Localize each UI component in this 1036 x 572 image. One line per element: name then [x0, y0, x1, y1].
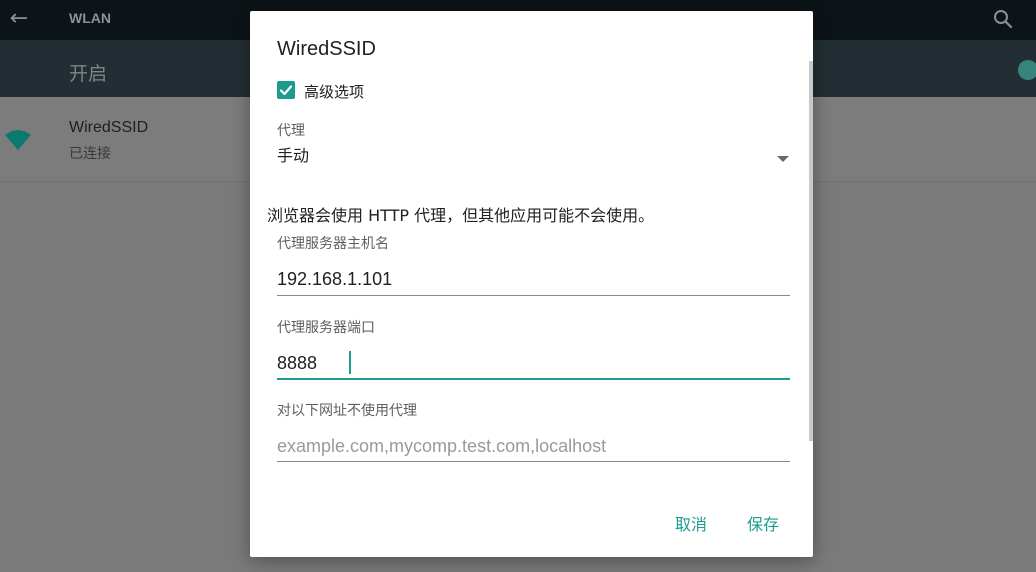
- wlan-toggle-knob[interactable]: [1018, 60, 1036, 80]
- advanced-options-label[interactable]: 高级选项: [304, 81, 364, 102]
- chevron-down-icon[interactable]: [777, 149, 789, 162]
- network-name: WiredSSID: [69, 119, 149, 136]
- proxy-info-text: 浏览器会使用 HTTP 代理，但其他应用可能不会使用。: [267, 206, 655, 225]
- wifi-icon: [3, 128, 33, 152]
- arrow-left-icon[interactable]: ←: [6, 6, 32, 32]
- bypass-input[interactable]: [277, 431, 790, 461]
- clipped-field-label: [277, 481, 377, 489]
- text-cursor: [349, 351, 351, 374]
- proxy-settings-dialog: WiredSSID 高级选项 代理 手动 浏览器会使用 HTTP 代理，但其他应…: [250, 11, 813, 557]
- proxy-label: 代理: [277, 123, 305, 139]
- port-underline: [277, 378, 790, 380]
- hostname-label: 代理服务器主机名: [277, 236, 389, 252]
- dialog-title: WiredSSID: [277, 38, 376, 60]
- cancel-button[interactable]: 取消: [675, 511, 707, 535]
- advanced-options-checkbox[interactable]: [277, 81, 295, 99]
- network-status: 已连接: [69, 146, 111, 162]
- wlan-switch-label: 开启: [69, 63, 108, 85]
- dialog-scrollbar[interactable]: [809, 61, 813, 441]
- hostname-input[interactable]: [277, 264, 790, 294]
- port-input[interactable]: [277, 348, 790, 378]
- page-title: WLAN: [69, 10, 111, 26]
- hostname-underline: [277, 295, 790, 296]
- proxy-select-value[interactable]: 手动: [277, 142, 309, 166]
- port-label: 代理服务器端口: [277, 320, 375, 336]
- bypass-label: 对以下网址不使用代理: [277, 403, 417, 419]
- bypass-underline: [277, 461, 790, 462]
- search-icon[interactable]: [990, 6, 1016, 32]
- save-button[interactable]: 保存: [747, 511, 779, 535]
